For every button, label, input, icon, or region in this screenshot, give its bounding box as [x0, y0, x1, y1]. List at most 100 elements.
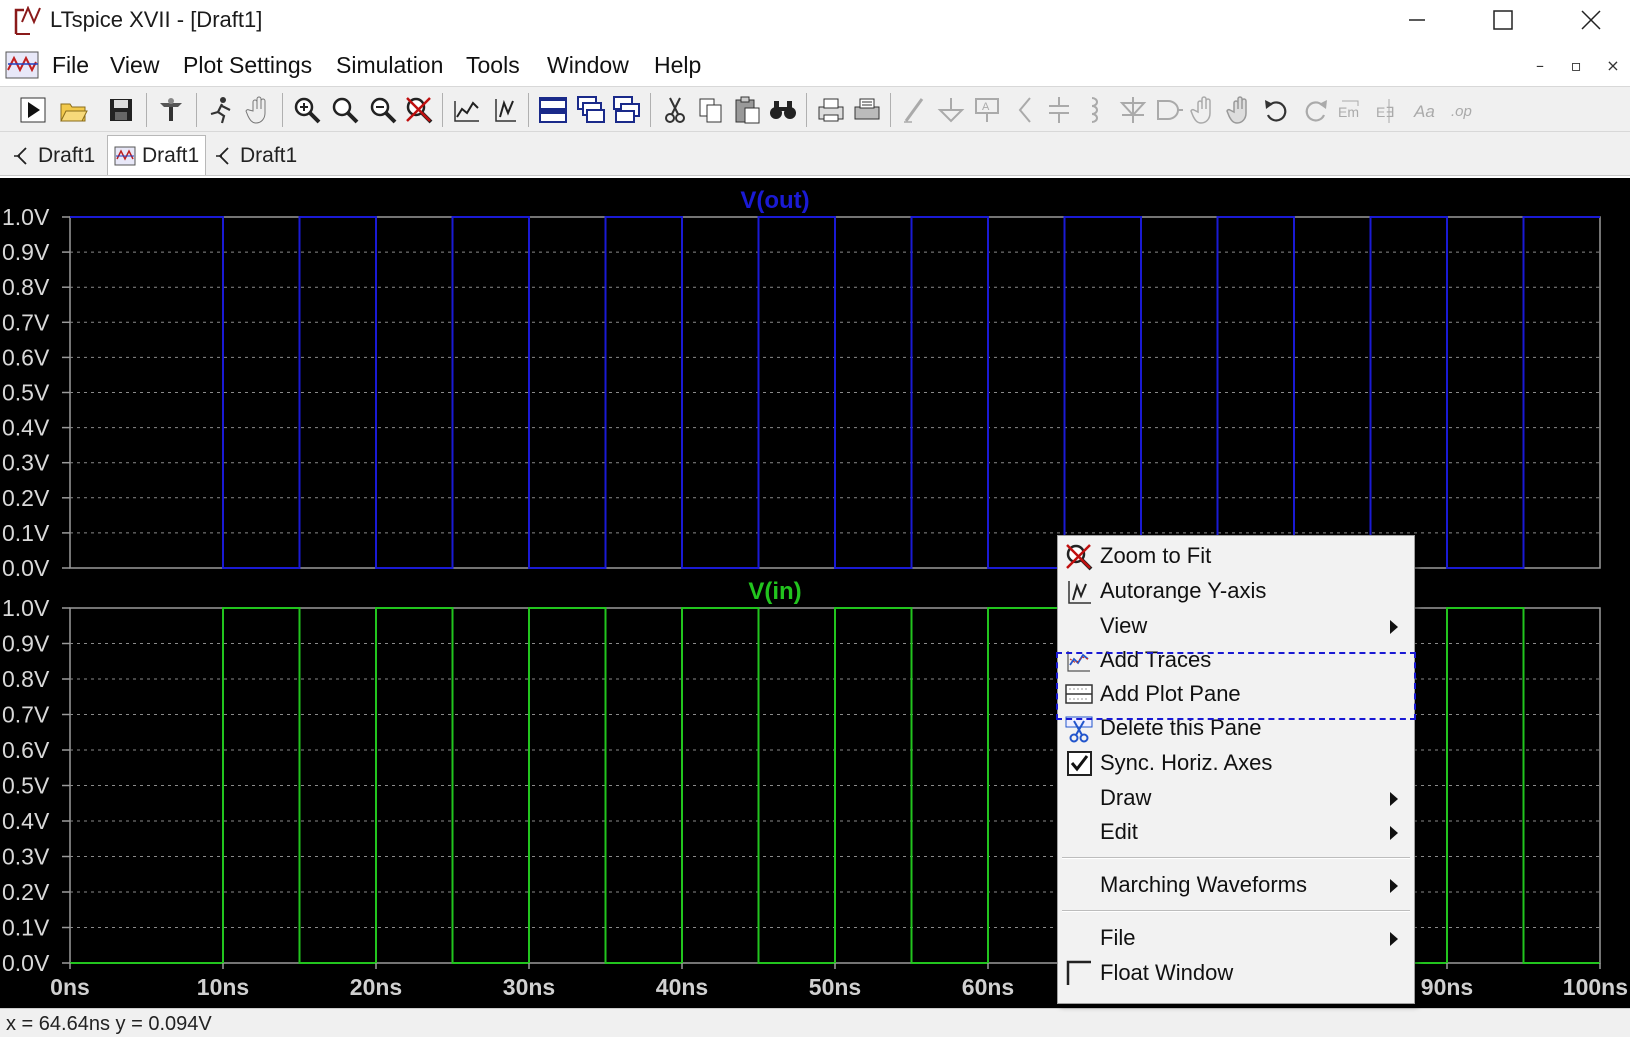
component-icon[interactable]	[1154, 95, 1184, 125]
menu-item-label: Edit	[1100, 819, 1138, 844]
y-tick-label: 0.6V	[2, 344, 50, 370]
tile-horizontal-icon[interactable]	[538, 95, 568, 125]
menu-view[interactable]: View	[110, 52, 159, 79]
zoom-in-icon[interactable]	[292, 95, 322, 125]
svg-text:Aa: Aa	[1413, 102, 1435, 121]
maximize-button[interactable]	[1468, 0, 1538, 40]
y-tick-label: 0.9V	[2, 239, 50, 265]
run-icon[interactable]	[18, 95, 48, 125]
menu-separator	[1062, 857, 1410, 859]
y-tick-label: 0.9V	[2, 631, 50, 657]
menu-window[interactable]: Window	[547, 52, 629, 79]
diode-icon[interactable]	[1118, 95, 1148, 125]
rotate-icon[interactable]: Em	[1336, 95, 1366, 125]
svg-text:A: A	[982, 101, 990, 113]
x-tick-label: 60ns	[962, 974, 1014, 1000]
autorange-y-icon[interactable]	[490, 95, 520, 125]
drag-icon[interactable]	[1226, 95, 1256, 125]
minimize-icon	[1409, 19, 1425, 21]
menu-tools[interactable]: Tools	[466, 52, 520, 79]
pan-hand-icon[interactable]	[244, 95, 274, 125]
x-tick-label: 40ns	[656, 974, 708, 1000]
cascade-icon[interactable]	[576, 95, 606, 125]
document-tabs: Draft1 Draft1 Draft1	[0, 132, 1630, 176]
submenu-arrow-icon	[1390, 792, 1398, 806]
paste-icon[interactable]	[732, 95, 762, 125]
toolbar-separator	[650, 93, 651, 127]
tile-vertical-icon[interactable]	[612, 95, 642, 125]
y-tick-label: 0.2V	[2, 485, 50, 511]
menu-item-marching-waveforms[interactable]: Marching Waveforms	[1060, 869, 1412, 903]
zoom-fit-icon[interactable]	[404, 95, 434, 125]
ltspice-logo-icon	[14, 6, 41, 35]
minimize-button[interactable]	[1382, 0, 1452, 40]
menu-item-edit[interactable]: Edit	[1060, 816, 1412, 850]
text-icon[interactable]: Aa	[1412, 95, 1442, 125]
mdi-close-button[interactable]: ×	[1600, 54, 1626, 78]
redo-icon[interactable]	[1300, 95, 1330, 125]
menu-item-autorange-y-axis[interactable]: Autorange Y-axis	[1060, 575, 1412, 609]
menu-item-zoom-to-fit[interactable]: Zoom to Fit	[1060, 540, 1412, 574]
window-title: LTspice XVII - [Draft1]	[50, 7, 263, 32]
zoom-fit-icon	[1066, 544, 1093, 571]
close-button[interactable]	[1556, 0, 1626, 40]
menu-item-file[interactable]: File	[1060, 922, 1412, 956]
status-bar: x = 64.64ns y = 0.094V	[0, 1008, 1630, 1037]
tab-schematic[interactable]: Draft1	[6, 138, 101, 174]
toolbar-separator	[890, 93, 891, 127]
spice-directive-icon[interactable]: .op	[1450, 95, 1480, 125]
mdi-restore-button[interactable]: ▫	[1563, 54, 1589, 78]
move-icon[interactable]	[1190, 95, 1220, 125]
menu-file[interactable]: File	[52, 52, 89, 79]
mirror-icon[interactable]: E∃	[1374, 95, 1404, 125]
cut-icon[interactable]	[660, 95, 690, 125]
x-tick-label: 50ns	[809, 974, 861, 1000]
mdi-minimize-button[interactable]: –	[1527, 54, 1553, 78]
undo-icon[interactable]	[1262, 95, 1292, 125]
x-tick-label: 30ns	[503, 974, 555, 1000]
inductor-icon[interactable]	[1080, 95, 1110, 125]
waveform-doc-icon[interactable]	[4, 48, 40, 82]
menu-item-label: Sync. Horiz. Axes	[1100, 750, 1273, 775]
y-tick-label: 0.8V	[2, 274, 50, 300]
y-tick-label: 0.4V	[2, 808, 50, 834]
menu-item-draw[interactable]: Draw	[1060, 782, 1412, 816]
find-icon[interactable]	[768, 95, 798, 125]
toolbar-separator	[528, 93, 529, 127]
trace-0	[70, 216, 1600, 569]
save-icon[interactable]	[106, 95, 136, 125]
menu-item-view[interactable]: View	[1060, 610, 1412, 644]
x-tick-label: 0ns	[50, 974, 90, 1000]
capacitor-icon[interactable]	[1044, 95, 1074, 125]
menu-item-label: Draw	[1100, 785, 1152, 810]
svg-text:.op: .op	[1451, 103, 1472, 120]
y-tick-label: 0.1V	[2, 915, 50, 941]
control-panel-icon[interactable]	[156, 95, 186, 125]
open-icon[interactable]	[58, 95, 88, 125]
copy-icon[interactable]	[696, 95, 726, 125]
zoom-area-icon[interactable]	[330, 95, 360, 125]
y-tick-label: 0.5V	[2, 380, 50, 406]
menu-plot-settings[interactable]: Plot Settings	[183, 52, 312, 79]
label-icon[interactable]: A	[972, 95, 1002, 125]
resistor-icon[interactable]	[1010, 95, 1040, 125]
halt-icon[interactable]	[206, 95, 236, 125]
y-tick-label: 0.4V	[2, 415, 50, 441]
tab-schematic[interactable]: Draft1	[208, 138, 303, 174]
print-preview-icon[interactable]	[816, 95, 846, 125]
wire-icon[interactable]	[900, 95, 930, 125]
y-tick-label: 1.0V	[2, 595, 50, 621]
zoom-out-icon[interactable]	[368, 95, 398, 125]
menu-simulation[interactable]: Simulation	[336, 52, 443, 79]
autorange-icon[interactable]	[452, 95, 482, 125]
menu-item-float-window[interactable]: Float Window	[1060, 957, 1412, 991]
menu-help[interactable]: Help	[654, 52, 701, 79]
tab-waveform[interactable]: Draft1	[107, 135, 207, 175]
y-tick-label: 0.3V	[2, 844, 50, 870]
tab-label: Draft1	[38, 144, 96, 167]
schematic-tab-icon	[216, 147, 229, 165]
ground-icon[interactable]	[936, 95, 966, 125]
menu-item-sync-horiz-axes[interactable]: Sync. Horiz. Axes	[1060, 747, 1412, 781]
print-icon[interactable]	[852, 95, 882, 125]
keyboard-focus-rect	[1056, 652, 1416, 720]
